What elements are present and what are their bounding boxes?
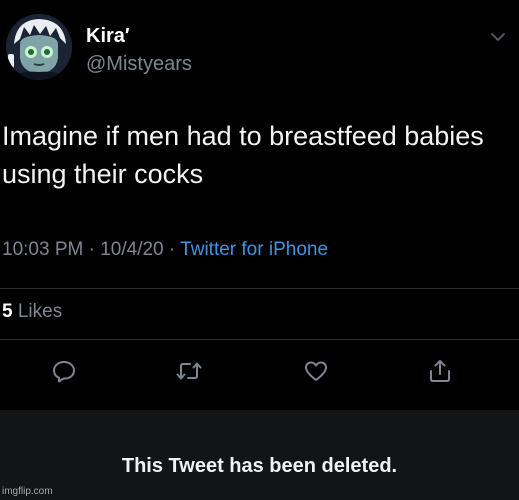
tweet-text: Imagine if men had to breastfeed babies … xyxy=(2,121,492,189)
heart-icon xyxy=(305,361,327,381)
avatar-image xyxy=(6,14,72,80)
tweet-card: Kira′ @Mistyears Imagine if men had to b… xyxy=(0,0,519,402)
like-button[interactable] xyxy=(302,357,330,385)
chevron-down-icon[interactable] xyxy=(489,28,507,46)
tweet-source-link[interactable]: Twitter for iPhone xyxy=(180,239,328,260)
likes-count[interactable]: 5 Likes xyxy=(2,300,62,324)
retweet-icon xyxy=(176,362,202,380)
tweet-time[interactable]: 10:03 PM xyxy=(2,239,83,260)
user-handle[interactable]: @Mistyears xyxy=(86,53,192,75)
reply-button[interactable] xyxy=(50,357,78,385)
meta-separator: · xyxy=(168,239,176,260)
meta-separator: · xyxy=(88,239,95,260)
divider xyxy=(0,339,519,340)
retweet-button[interactable] xyxy=(175,357,203,385)
display-name[interactable]: Kira′ xyxy=(86,25,130,47)
reply-icon xyxy=(53,361,75,383)
watermark: imgflip.com xyxy=(2,486,53,497)
divider xyxy=(0,288,519,289)
deleted-tweet-message: This Tweet has been deleted. xyxy=(121,455,398,477)
share-icon xyxy=(430,360,450,382)
tweet-metadata: 10:03 PM · 10/4/20 · Twitter for iPhone xyxy=(2,238,328,262)
likes-label: Likes xyxy=(17,301,63,322)
deleted-tweet-banner: This Tweet has been deleted. xyxy=(0,410,519,500)
share-button[interactable] xyxy=(426,357,454,385)
tweet-date[interactable]: 10/4/20 xyxy=(100,239,163,260)
avatar[interactable] xyxy=(6,14,72,80)
likes-number: 5 xyxy=(2,301,13,322)
